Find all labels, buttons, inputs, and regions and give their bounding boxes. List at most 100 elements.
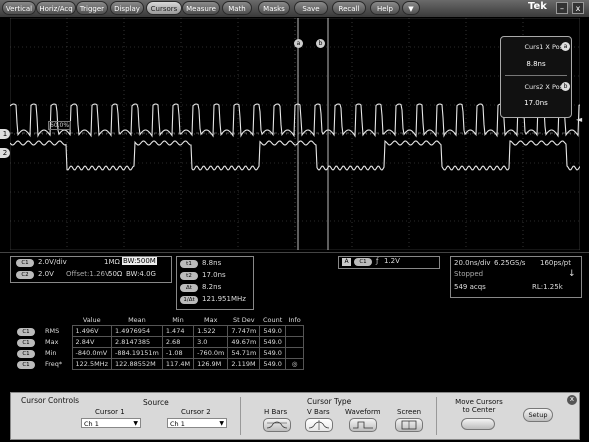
- screen-button[interactable]: [395, 418, 423, 432]
- menu-masks[interactable]: Masks: [258, 1, 290, 15]
- cursor1-label: Cursor 1: [95, 408, 125, 416]
- down-arrow-icon: ↓: [568, 269, 576, 279]
- close-panel-button[interactable]: x: [567, 395, 577, 405]
- curs2-value: 17.0ns: [524, 99, 548, 107]
- table-header: St Dev: [233, 316, 255, 324]
- hbars-button[interactable]: [263, 418, 291, 432]
- acq-count: 549 acqs: [454, 283, 486, 291]
- menu-vertical[interactable]: Vertical: [2, 1, 36, 15]
- waveform-icon: [353, 421, 373, 429]
- menu-math[interactable]: Math: [222, 1, 252, 15]
- ch1-ground-marker[interactable]: 1: [0, 129, 10, 139]
- cursor2-source-select[interactable]: Ch 1 ▼: [167, 418, 227, 428]
- t1-value: 8.8ns: [202, 259, 222, 267]
- cursor1-source-value: Ch 1: [84, 420, 99, 428]
- menu-display[interactable]: Display: [110, 1, 144, 15]
- cursor1-source-select[interactable]: Ch 1 ▼: [81, 418, 141, 428]
- table-row[interactable]: C1 Max 2.84V 2.8147385 2.68 3.0 49.67m 5…: [14, 336, 305, 348]
- row-chip: C1: [17, 327, 35, 336]
- cursor-controls-panel: Cursor Controls Source Cursor 1 Ch 1 ▼ C…: [10, 392, 580, 440]
- cell: 3.0: [193, 336, 229, 348]
- cursor-readout-box: Curs1 X Pos a 8.8ns Curs2 X Pos b 17.0ns: [500, 36, 572, 118]
- table-header: Info: [288, 316, 301, 324]
- measurements-table: Value Mean Min Max St Dev Count Info C1 …: [14, 315, 305, 370]
- graticule: [9, 17, 581, 251]
- chevron-down-icon: ▼: [219, 420, 224, 427]
- screen-icon: [401, 420, 417, 430]
- menu-cursors[interactable]: Cursors: [146, 1, 182, 15]
- hbars-label: H Bars: [264, 408, 288, 416]
- table-row[interactable]: C1 Min -840.0mV -884.19151m -1.08 -760.0…: [14, 347, 305, 359]
- row-name: Max: [45, 338, 59, 346]
- cell: 54.71m: [227, 347, 261, 359]
- table-header: Mean: [128, 316, 146, 324]
- ref-level-label: 60.0%: [48, 121, 72, 130]
- setup-button[interactable]: Setup: [523, 408, 553, 422]
- cell: 549.0: [259, 336, 286, 348]
- trigger-level: 1.2V: [384, 257, 400, 265]
- ch1-chip[interactable]: C1: [16, 259, 34, 267]
- close-button[interactable]: x: [572, 2, 584, 14]
- waveform-display[interactable]: a b 60.0%: [9, 17, 581, 251]
- info-icon[interactable]: ◎: [292, 360, 298, 368]
- vbars-icon: [308, 420, 330, 430]
- ch2-waveform: [9, 139, 581, 171]
- trigger-level-marker[interactable]: ◄: [576, 115, 582, 124]
- menu-bar: Vertical Horiz/Acq Trigger Display Curso…: [0, 0, 589, 17]
- cell: 549.0: [259, 325, 286, 337]
- inverse-delta-t-value: 121.951MHz: [202, 295, 246, 303]
- ch2-chip[interactable]: C2: [16, 271, 34, 279]
- cell[interactable]: ◎: [284, 358, 305, 370]
- ch2-impedance: 50Ω: [108, 270, 123, 278]
- curs2-label: Curs2 X Pos: [524, 83, 564, 91]
- cell: 7.747m: [227, 325, 261, 337]
- minimize-button[interactable]: –: [556, 2, 568, 14]
- waveform-button[interactable]: [349, 418, 377, 432]
- inverse-delta-t-chip: 1/Δt: [180, 296, 198, 304]
- cell: 122.5MHz: [71, 358, 113, 370]
- menu-trigger[interactable]: Trigger: [76, 1, 108, 15]
- row-chip: C1: [17, 360, 35, 369]
- sample-rate: 6.25GS/s: [494, 259, 526, 267]
- menu-horiz-acq[interactable]: Horiz/Acq: [36, 1, 76, 15]
- curs1-badge: a: [561, 42, 570, 51]
- cell: 2.8147385: [111, 336, 163, 348]
- move-cursors-to-center-button[interactable]: [461, 418, 495, 430]
- cell: 1.496V: [71, 325, 113, 337]
- cell: 49.67m: [227, 336, 261, 348]
- ch2-scale: 2.0V: [38, 270, 54, 278]
- trigger-slope-icon: ƒ: [376, 257, 379, 265]
- cell: 126.9M: [193, 358, 229, 370]
- table-row[interactable]: C1 Freq* 122.5MHz 122.88552M 117.4M 126.…: [14, 358, 305, 370]
- curs1-label: Curs1 X Pos: [524, 43, 564, 51]
- cell: 122.88552M: [111, 358, 163, 370]
- menu-help[interactable]: Help: [370, 1, 400, 15]
- t2-chip: t2: [180, 272, 198, 280]
- curs2-badge: b: [561, 82, 570, 91]
- menu-measure[interactable]: Measure: [182, 1, 220, 15]
- t2-value: 17.0ns: [202, 271, 226, 279]
- menu-dropdown-button[interactable]: ▼: [402, 1, 420, 15]
- record-length: RL:1.25k: [532, 283, 563, 291]
- t1-chip: t1: [180, 260, 198, 268]
- cell: [284, 336, 305, 348]
- cursor-a-marker[interactable]: a: [294, 39, 303, 48]
- ch2-bandwidth: BW:4.0G: [126, 270, 156, 278]
- acq-state: Stopped: [454, 270, 484, 278]
- menu-recall[interactable]: Recall: [332, 1, 366, 15]
- curs1-value: 8.8ns: [526, 60, 546, 68]
- ch2-ground-marker[interactable]: 2: [0, 148, 10, 158]
- hbars-icon: [266, 421, 288, 429]
- move-to-center-line1: Move Cursors: [455, 398, 503, 406]
- table-row[interactable]: C1 RMS 1.496V 1.4976954 1.474 1.522 7.74…: [14, 325, 305, 337]
- panel-divider: [240, 397, 241, 435]
- cursor-b-marker[interactable]: b: [316, 39, 325, 48]
- cursor-type-label: Cursor Type: [307, 397, 352, 406]
- cell: 549.0: [259, 347, 286, 359]
- source-label: Source: [143, 398, 169, 407]
- panel-title: Cursor Controls: [21, 396, 80, 405]
- menu-save[interactable]: Save: [294, 1, 328, 15]
- chevron-down-icon: ▼: [133, 420, 138, 427]
- panel-divider: [436, 397, 437, 435]
- vbars-button[interactable]: [305, 418, 333, 432]
